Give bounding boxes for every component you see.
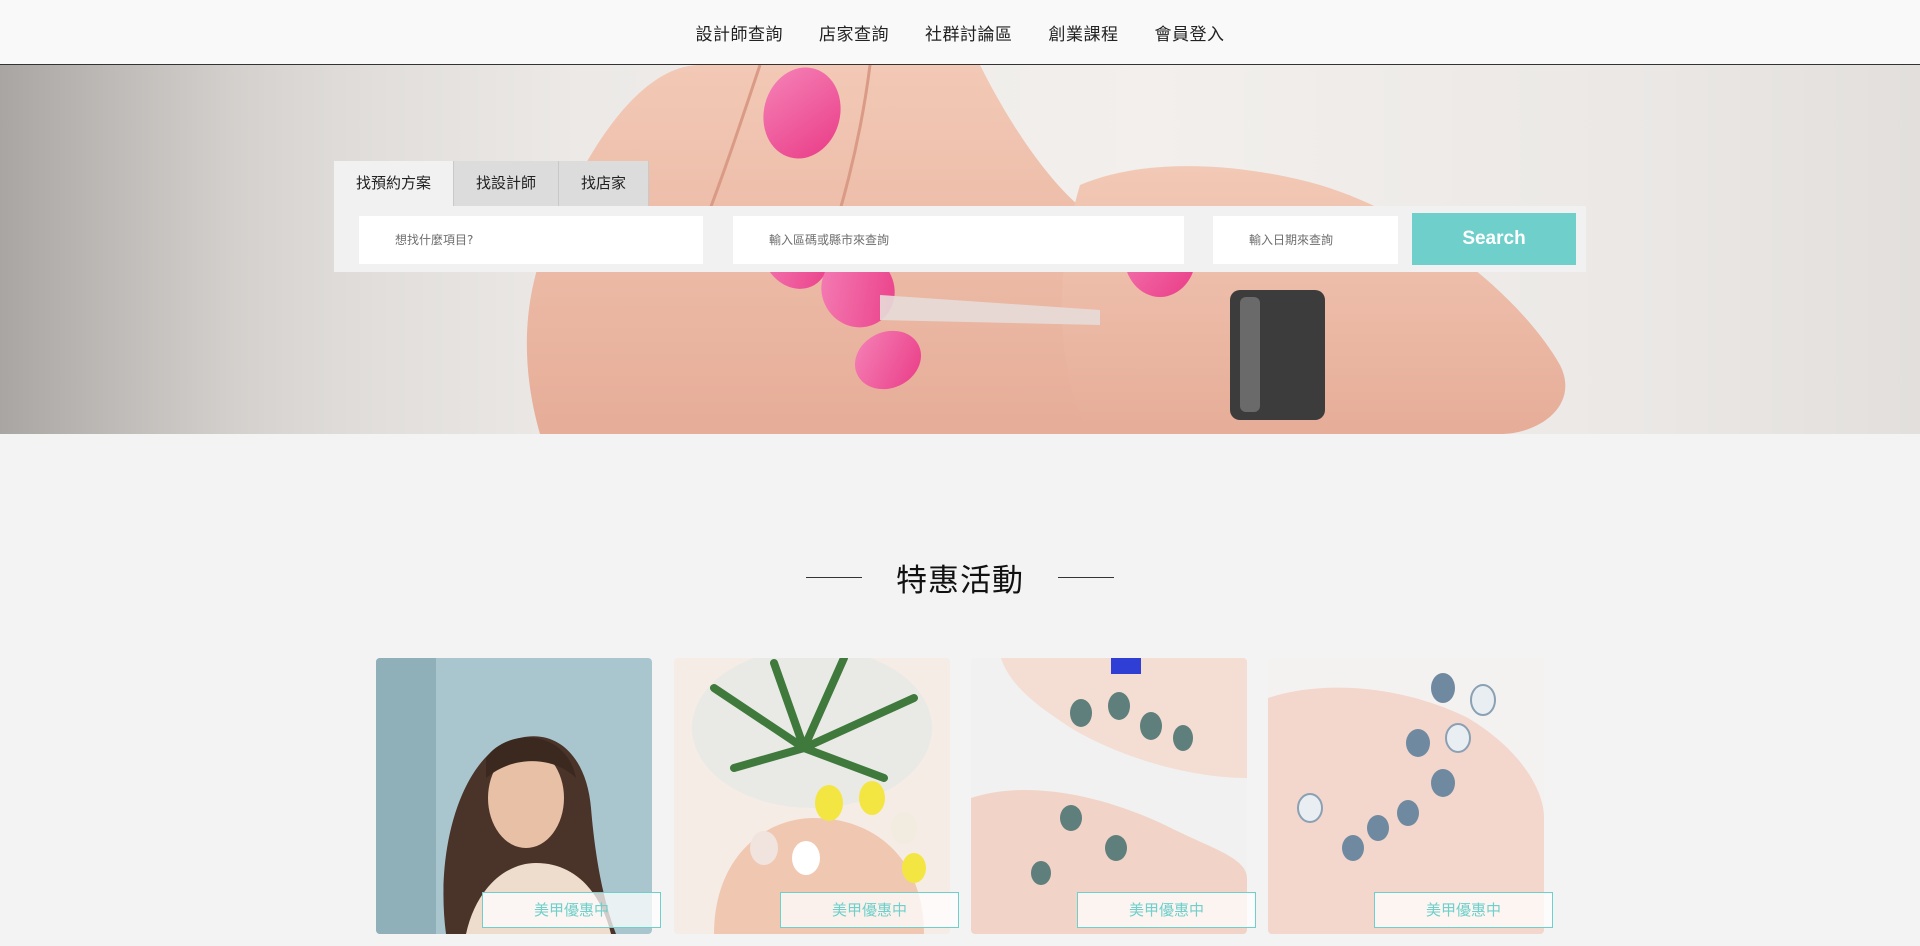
tab-find-designer[interactable]: 找設計師: [454, 161, 560, 206]
area-search-input[interactable]: [733, 216, 1184, 264]
nav-community-forum[interactable]: 社群討論區: [925, 20, 1013, 45]
search-button[interactable]: Search: [1412, 213, 1576, 265]
hero-banner: 找預約方案 找設計師 找店家 Search: [0, 65, 1920, 434]
heading-rule-left: [806, 577, 862, 578]
nav-store-search[interactable]: 店家查詢: [819, 20, 889, 45]
search-tabs: 找預約方案 找設計師 找店家: [334, 161, 650, 206]
promotion-card[interactable]: 美甲優惠中: [971, 658, 1256, 934]
search-panel: 找預約方案 找設計師 找店家 Search: [334, 161, 1586, 272]
promotion-cards: 美甲優惠中 美甲優惠中 美甲優惠中 美甲優惠中: [376, 658, 1553, 934]
promotion-badge: 美甲優惠中: [1077, 892, 1256, 928]
promotion-card[interactable]: 美甲優惠中: [674, 658, 959, 934]
promotion-card[interactable]: 美甲優惠中: [376, 658, 661, 934]
heading-rule-right: [1058, 577, 1114, 578]
promotions-title: 特惠活動: [896, 563, 1024, 599]
promotion-badge: 美甲優惠中: [482, 892, 661, 928]
tab-find-booking-plan[interactable]: 找預約方案: [334, 161, 455, 206]
nav-designer-search[interactable]: 設計師查詢: [696, 20, 784, 45]
promotion-card[interactable]: 美甲優惠中: [1268, 658, 1553, 934]
promotion-badge: 美甲優惠中: [1374, 892, 1553, 928]
promotion-badge: 美甲優惠中: [780, 892, 959, 928]
promotions-heading: 特惠活動: [0, 555, 1920, 600]
tab-find-store[interactable]: 找店家: [559, 161, 650, 206]
service-search-input[interactable]: [359, 216, 703, 264]
nav-startup-courses[interactable]: 創業課程: [1049, 20, 1119, 45]
top-navigation: 設計師查詢 店家查詢 社群討論區 創業課程 會員登入: [0, 0, 1920, 65]
search-bar: Search: [334, 206, 1586, 272]
date-search-input[interactable]: [1213, 216, 1398, 264]
nav-member-login[interactable]: 會員登入: [1155, 20, 1225, 45]
